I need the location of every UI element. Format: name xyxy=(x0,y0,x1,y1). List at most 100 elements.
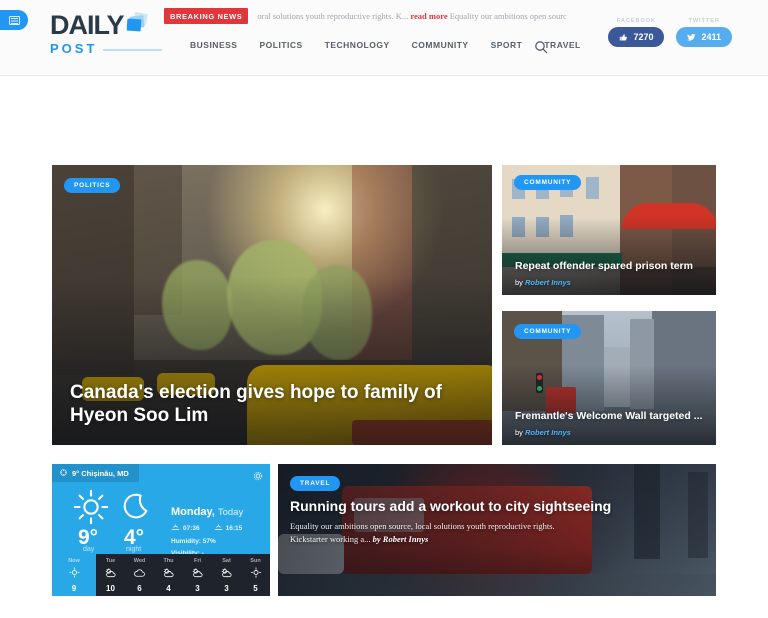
nav-item-sport[interactable]: SPORT xyxy=(491,40,523,50)
card-category-badge[interactable]: COMMUNITY xyxy=(514,175,582,190)
sunrise-entry: 07:36 xyxy=(171,524,200,533)
logo-primary-text: DAILY xyxy=(50,12,162,39)
menu-panel-icon xyxy=(8,15,20,25)
forecast-day-name: Fri xyxy=(193,557,202,564)
weather-location-bar[interactable]: 9° Chișinău, MD xyxy=(52,464,139,482)
forecast-day-value: 3 xyxy=(224,583,229,593)
twitter-bird-icon xyxy=(687,33,697,42)
byline-author[interactable]: Robert Innys xyxy=(525,428,571,437)
forecast-day-name: Tue xyxy=(105,557,116,564)
ticker-text-before: oral solutions youth reproductive rights… xyxy=(257,11,409,21)
sunset-icon xyxy=(214,524,223,533)
nav-item-politics[interactable]: POLITICS xyxy=(259,40,302,50)
byline-prefix: by xyxy=(515,278,523,287)
social-counters: FACEBOOK 7270 TWITTER 2411 xyxy=(608,18,732,47)
forecast-now-label: Now xyxy=(68,557,80,564)
card-article-title[interactable]: Repeat offender spared prison term xyxy=(515,260,709,273)
facebook-count: 7270 xyxy=(633,32,654,42)
forecast-day-name: Wed xyxy=(133,557,146,564)
weather-day-name: Monday, Today xyxy=(171,506,243,518)
nav-item-community[interactable]: COMMUNITY xyxy=(412,40,469,50)
hero-article-card[interactable]: POLITICS Canada's election gives hope to… xyxy=(52,165,492,445)
weather-forecast-row: Now 9 Tue 10 Wed 6 Thu 4 Fri 3 Sat 3 Sun… xyxy=(52,554,270,596)
cloud-sun-icon xyxy=(191,565,204,583)
main-navigation: BUSINESS POLITICS TECHNOLOGY COMMUNITY S… xyxy=(190,40,581,50)
breaking-news-tag[interactable]: BREAKING NEWS xyxy=(164,8,249,24)
forecast-day[interactable]: Tue 10 xyxy=(96,558,125,593)
nav-item-travel[interactable]: TRAVEL xyxy=(544,40,580,50)
hero-category-badge[interactable]: POLITICS xyxy=(64,178,121,193)
ticker-read-more-link[interactable]: read more xyxy=(410,11,447,21)
hero-article-title[interactable]: Canada's election gives hope to family o… xyxy=(70,381,470,427)
excerpt-line-2: Kickstarter working a... xyxy=(290,534,371,545)
excerpt-line-1: Equality our ambitions open source, loca… xyxy=(290,521,555,531)
forecast-day-name: Thu xyxy=(163,557,174,564)
site-header: DAILY POST BREAKING NEWS oral solutions … xyxy=(0,0,768,76)
facebook-label: FACEBOOK xyxy=(616,18,657,24)
weather-day-label: day xyxy=(83,546,95,553)
compass-icon xyxy=(60,468,67,478)
article-card-fremantle[interactable]: COMMUNITY Fremantle's Welcome Wall targe… xyxy=(502,311,716,445)
forecast-day[interactable]: Sat 3 xyxy=(212,558,241,593)
weather-sun-times: 07:36 16:15 xyxy=(171,524,242,533)
gear-icon[interactable] xyxy=(253,468,263,481)
cloud-sun-icon xyxy=(162,565,175,583)
forecast-day[interactable]: Fri 3 xyxy=(183,558,212,593)
nav-item-technology[interactable]: TECHNOLOGY xyxy=(325,40,390,50)
card-byline: by Robert Innys xyxy=(515,278,571,287)
card-article-title[interactable]: Fremantle's Welcome Wall targeted ... xyxy=(515,410,711,423)
sunrise-time: 07:36 xyxy=(183,525,200,532)
breaking-news-ticker: oral solutions youth reproductive rights… xyxy=(257,11,566,21)
sun-icon xyxy=(72,488,110,531)
weather-current: 9° day 4° night Monday, Today 07:36 16:1… xyxy=(52,482,270,569)
forecast-day-value: 6 xyxy=(137,583,142,593)
facebook-counter: FACEBOOK 7270 xyxy=(608,18,665,47)
forecast-day-value: 3 xyxy=(195,583,200,593)
sun-icon-small xyxy=(68,565,80,583)
twitter-count: 2411 xyxy=(701,32,721,42)
card-category-badge[interactable]: COMMUNITY xyxy=(514,324,582,339)
sunrise-icon xyxy=(171,524,180,533)
newspaper-icon xyxy=(126,11,148,32)
site-logo[interactable]: DAILY POST xyxy=(50,12,162,56)
moon-icon xyxy=(118,490,152,529)
card-article-title[interactable]: Running tours add a workout to city sigh… xyxy=(290,498,690,515)
twitter-button[interactable]: 2411 xyxy=(676,27,732,47)
article-card-travel[interactable]: TRAVEL Running tours add a workout to ci… xyxy=(278,464,716,596)
cloud-sun-icon xyxy=(104,565,117,583)
weather-location-text: 9° Chișinău, MD xyxy=(72,468,129,478)
forecast-day[interactable]: Wed 6 xyxy=(125,558,154,593)
breaking-news-bar: BREAKING NEWS oral solutions youth repro… xyxy=(164,8,584,24)
logo-post-text: POST xyxy=(50,41,98,56)
weather-humidity: Humidity: 57% xyxy=(171,538,216,545)
cloud-icon xyxy=(133,565,146,583)
logo-rule xyxy=(103,49,162,51)
forecast-day-name: Sat xyxy=(222,557,231,564)
forecast-day-value: 5 xyxy=(253,583,258,593)
weather-weekday: Monday, xyxy=(171,506,215,518)
sunset-time: 16:15 xyxy=(225,525,243,532)
forecast-day[interactable]: Thu 4 xyxy=(154,558,183,593)
twitter-counter: TWITTER 2411 xyxy=(676,18,732,47)
thumbs-up-icon xyxy=(619,33,628,42)
excerpt-byline[interactable]: by Robert Innys xyxy=(373,534,429,544)
forecast-now[interactable]: Now 9 xyxy=(52,554,96,596)
sun-icon-small xyxy=(250,565,262,583)
weather-widget: 9° Chișinău, MD 9° day 4° night Monday, … xyxy=(52,464,270,596)
byline-author[interactable]: Robert Innys xyxy=(525,278,571,287)
facebook-button[interactable]: 7270 xyxy=(608,27,665,47)
card-category-badge[interactable]: TRAVEL xyxy=(290,476,341,491)
nav-item-business[interactable]: BUSINESS xyxy=(190,40,237,50)
search-icon[interactable] xyxy=(534,40,548,54)
twitter-label: TWITTER xyxy=(688,18,720,24)
weather-night-label: night xyxy=(126,546,142,553)
article-card-repeat-offender[interactable]: COMMUNITY Repeat offender spared prison … xyxy=(502,165,716,295)
logo-secondary: POST xyxy=(50,41,162,56)
forecast-day[interactable]: Sun 5 xyxy=(241,558,270,593)
card-byline: by Robert Innys xyxy=(515,428,571,437)
logo-daily-text: DAILY xyxy=(50,10,125,40)
forecast-day-value: 4 xyxy=(166,583,171,593)
sidebar-toggle-button[interactable] xyxy=(0,10,28,30)
ticker-text-after: Equality our ambitions open sourc xyxy=(449,11,567,21)
forecast-now-value: 9 xyxy=(71,583,77,593)
